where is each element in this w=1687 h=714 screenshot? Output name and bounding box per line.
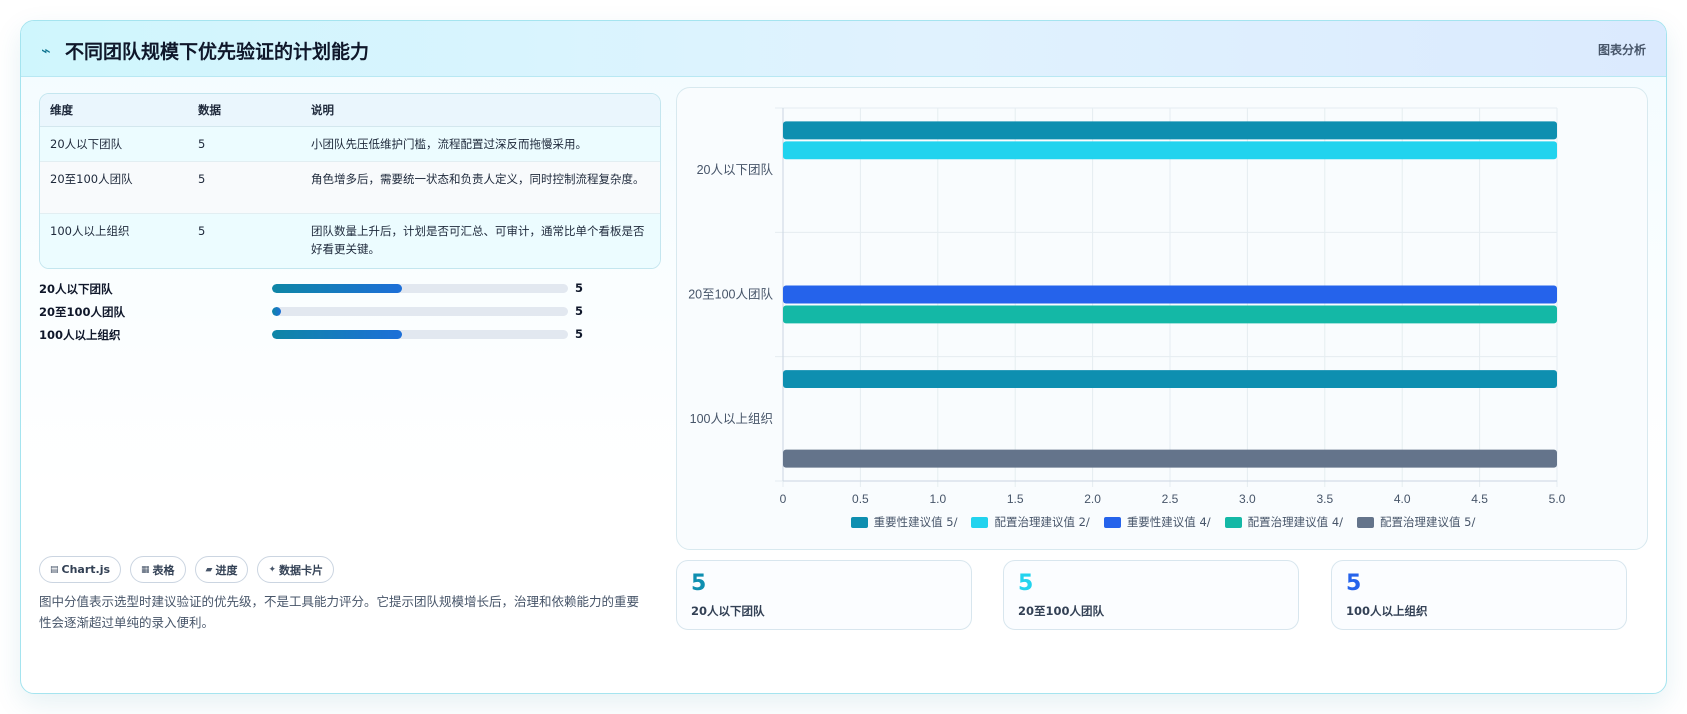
progress-value: 5 [575, 304, 584, 318]
bar [783, 449, 1557, 468]
table-cell: 20至100人团队 [40, 161, 188, 214]
x-tick-label: 3.5 [1316, 492, 1333, 506]
column-header: 说明 [301, 94, 660, 127]
progress-track [272, 330, 568, 339]
legend-swatch [1224, 516, 1242, 528]
progress-list: 20人以下团队 5 20至100人团队 5 100人以上组织 5 [39, 279, 649, 348]
x-tick-label: 0 [780, 492, 787, 506]
legend-swatch [1357, 516, 1375, 528]
progress-track [272, 307, 568, 316]
table-cell: 100人以上组织 [40, 213, 188, 268]
stat-card: 5 20至100人团队 [1003, 560, 1299, 630]
progress-track [272, 284, 568, 293]
legend-label: 配置治理建议值 2/ [994, 515, 1090, 529]
stat-value: 5 [1346, 571, 1362, 596]
bar [783, 121, 1557, 140]
y-tick-label: 100人以上组织 [690, 412, 773, 426]
badge-label: 数据卡片 [279, 563, 324, 577]
legend-item[interactable]: 配置治理建议值 5/ [1357, 514, 1475, 530]
legend-label: 配置治理建议值 4/ [1247, 515, 1344, 529]
y-tick-label: 20人以下团队 [697, 162, 774, 177]
stat-card: 5 100人以上组织 [1331, 560, 1627, 630]
column-header: 维度 [40, 94, 188, 127]
x-tick-label: 3.0 [1239, 492, 1256, 506]
badge-label: Chart.js [61, 563, 111, 576]
progress-value: 5 [575, 281, 584, 295]
x-tick-label: 2.0 [1084, 492, 1101, 506]
stat-value: 5 [1018, 571, 1034, 596]
x-tick-label: 1.5 [1007, 492, 1024, 506]
x-tick-label: 4.5 [1471, 492, 1488, 506]
legend-item[interactable]: 重要性建议值 4/ [1103, 514, 1211, 530]
badge-data-card[interactable]: ✦ 数据卡片 [257, 556, 335, 583]
chart-note: 图中分值表示选型时建议验证的优先级，不是工具能力评分。它提示团队规模增长后，治理… [39, 594, 640, 630]
legend-item[interactable]: 配置治理建议值 2/ [971, 514, 1090, 530]
y-tick-label: 20至100人团队 [688, 287, 773, 302]
progress-row: 100人以上组织 5 [39, 325, 649, 348]
table-cell: 5 [188, 161, 301, 214]
data-table: 维度 数据 说明 20人以下团队 5 小团队先压低维护门槛，流程配置过深反而拖慢… [39, 93, 661, 269]
stat-label: 20人以下团队 [691, 604, 765, 618]
x-tick-label: 4.0 [1394, 492, 1411, 506]
progress-row: 20人以下团队 5 [39, 279, 649, 302]
badge-list: ▤ Chart.js ▦ 表格 ▰ 进度 ✦ 数据卡片 [39, 556, 335, 583]
analysis-card: ⌁ 不同团队规模下优先验证的计划能力 图表分析 维度 数据 说明 20人以下团队… [20, 20, 1667, 694]
progress-label: 20人以下团队 [39, 282, 113, 296]
x-tick-label: 0.5 [852, 492, 869, 506]
chart-legend: 重要性建议值 5/配置治理建议值 2/重要性建议值 4/配置治理建议值 4/配置… [677, 514, 1649, 530]
table-header-row: 维度 数据 说明 [40, 94, 660, 127]
table-row: 20至100人团队 5 角色增多后，需要统一状态和负责人定义，同时控制流程复杂度… [40, 161, 660, 214]
progress-label: 100人以上组织 [39, 328, 121, 342]
legend-label: 重要性建议值 5/ [873, 515, 958, 529]
bar [783, 141, 1557, 160]
bar [783, 285, 1557, 304]
progress-fill [272, 330, 403, 339]
page-title: 不同团队规模下优先验证的计划能力 [65, 41, 370, 63]
table-icon: ▦ [141, 564, 150, 575]
stat-label: 20至100人团队 [1018, 604, 1105, 618]
table-cell: 20人以下团队 [40, 126, 188, 162]
chart-icon: ▤ [50, 564, 59, 575]
badge-label: 表格 [152, 563, 175, 577]
x-tick-label: 1.0 [929, 492, 946, 506]
stat-label: 100人以上组织 [1346, 604, 1428, 618]
pulse-icon: ⌁ [41, 41, 51, 60]
table-cell: 角色增多后，需要统一状态和负责人定义，同时控制流程复杂度。 [301, 161, 660, 214]
bar [783, 370, 1557, 388]
table-cell: 小团队先压低维护门槛，流程配置过深反而拖慢采用。 [301, 126, 660, 162]
bar [783, 305, 1557, 324]
legend-label: 配置治理建议值 5/ [1380, 515, 1476, 529]
badge-table[interactable]: ▦ 表格 [130, 556, 186, 583]
x-tick-label: 2.5 [1162, 492, 1179, 506]
table-row: 100人以上组织 5 团队数量上升后，计划是否可汇总、可审计，通常比单个看板是否… [40, 213, 660, 268]
progress-row: 20至100人团队 5 [39, 302, 649, 325]
sparkle-icon: ✦ [268, 564, 277, 575]
legend-item[interactable]: 重要性建议值 5/ [850, 514, 958, 530]
progress-fill [272, 284, 403, 293]
badge-label: 进度 [215, 563, 238, 577]
bar-chart: 0 0.5 1.0 1.5 2.0 2.5 3.0 3.5 4.0 4.5 5.0 20人以下团队 20… [676, 87, 1648, 550]
badge-chartjs[interactable]: ▤ Chart.js [39, 556, 122, 583]
progress-label: 20至100人团队 [39, 305, 126, 319]
progress-fill [272, 307, 281, 316]
table-cell: 5 [188, 213, 301, 268]
badge-progress[interactable]: ▰ 进度 [194, 556, 249, 583]
progress-icon: ▰ [205, 564, 213, 575]
column-header: 数据 [188, 94, 301, 127]
table-cell: 团队数量上升后，计划是否可汇总、可审计，通常比单个看板是否好看更关键。 [301, 213, 660, 268]
legend-swatch [850, 516, 868, 528]
header-tag: 图表分析 [1597, 43, 1646, 57]
card-header: ⌁ 不同团队规模下优先验证的计划能力 图表分析 [21, 21, 1666, 77]
x-tick-label: 5.0 [1549, 492, 1566, 506]
stat-value: 5 [691, 571, 707, 596]
stat-card: 5 20人以下团队 [676, 560, 972, 630]
legend-label: 重要性建议值 4/ [1126, 515, 1211, 529]
progress-value: 5 [575, 327, 584, 341]
table-row: 20人以下团队 5 小团队先压低维护门槛，流程配置过深反而拖慢采用。 [40, 126, 660, 162]
chart-svg: 0 0.5 1.0 1.5 2.0 2.5 3.0 3.5 4.0 4.5 5.0 20人以下团队 20… [688, 107, 1566, 506]
legend-item[interactable]: 配置治理建议值 4/ [1224, 514, 1344, 530]
table-cell: 5 [188, 126, 301, 162]
legend-swatch [1103, 516, 1121, 528]
legend-swatch [971, 516, 989, 528]
